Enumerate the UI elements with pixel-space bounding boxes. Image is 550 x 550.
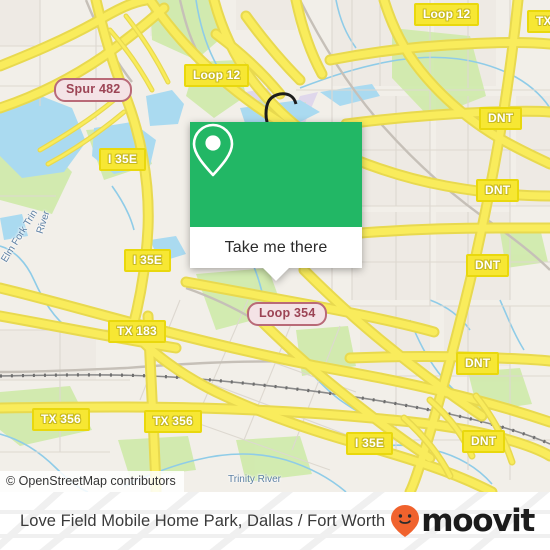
take-me-there-label: Take me there [224, 238, 328, 256]
popup-icon-area [190, 122, 362, 227]
osm-attribution[interactable]: © OpenStreetMap contributors [0, 471, 184, 492]
moovit-smiley-pin-icon [391, 505, 420, 537]
shield-tx-183[interactable]: TX 183 [108, 320, 166, 343]
popup-action-area[interactable]: Take me there [190, 227, 362, 281]
shield-dnt-midright[interactable]: DNT [476, 179, 520, 202]
shield-tx-356-mid[interactable]: TX 356 [144, 410, 202, 433]
location-pin-icon [192, 123, 234, 177]
popup-pointer [263, 268, 289, 281]
shield-dnt-right-upper[interactable]: DNT [466, 254, 510, 277]
shield-tx-356-left[interactable]: TX 356 [32, 408, 90, 431]
shield-i-35e-bottom[interactable]: I 35E [346, 432, 394, 455]
map-canvas[interactable]: River Elm Fork Trin Trinity River Loop 1… [0, 0, 550, 492]
footer-bar: Love Field Mobile Home Park, Dallas / Fo… [0, 492, 550, 550]
place-title: Love Field Mobile Home Park, Dallas / Fo… [20, 511, 386, 530]
map-share-page: River Elm Fork Trin Trinity River Loop 1… [0, 0, 550, 550]
shield-i-35e-left[interactable]: I 35E [99, 148, 147, 171]
shield-loop-354[interactable]: Loop 354 [247, 302, 328, 326]
moovit-wordmark: moovit [421, 502, 535, 539]
shield-i-35e-mid[interactable]: I 35E [124, 249, 172, 272]
destination-popup[interactable]: Take me there [190, 122, 362, 281]
moovit-logo[interactable]: moovit [390, 502, 535, 539]
shield-dnt-bottomright[interactable]: DNT [462, 430, 506, 453]
shield-tx-topright[interactable]: TX [527, 10, 550, 33]
shield-spur-482[interactable]: Spur 482 [54, 78, 133, 102]
shield-loop-12-topright[interactable]: Loop 12 [414, 3, 480, 26]
shield-dnt-right-lower[interactable]: DNT [456, 352, 500, 375]
map-label-trinity-river: Trinity River [228, 474, 281, 485]
footer-content: Love Field Mobile Home Park, Dallas / Fo… [0, 492, 550, 550]
shield-loop-12-topmid[interactable]: Loop 12 [184, 64, 250, 87]
shield-dnt-topright[interactable]: DNT [479, 107, 523, 130]
